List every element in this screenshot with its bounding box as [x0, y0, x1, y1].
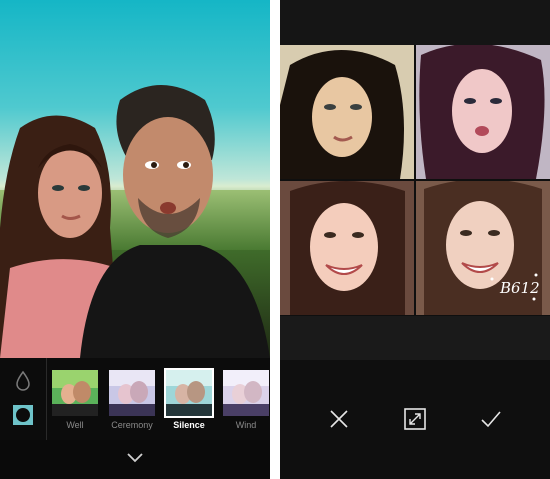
filter-list: Well Ceremony Silence Wind: [52, 368, 270, 436]
close-icon[interactable]: [328, 408, 350, 430]
sticker-text: B612: [499, 279, 540, 297]
top-bar: [280, 0, 550, 45]
collage-cell[interactable]: [280, 45, 414, 179]
chevron-down-icon[interactable]: [126, 452, 144, 464]
filter-bar: Well Ceremony Silence Wind: [0, 358, 270, 440]
filter-item-silence[interactable]: Silence: [164, 368, 214, 430]
collage-cell[interactable]: B612: [416, 181, 550, 315]
filter-screen: Well Ceremony Silence Wind: [0, 0, 270, 479]
collage-grid: B612: [280, 45, 550, 315]
divider: [270, 0, 280, 479]
filter-label: Wind: [235, 420, 257, 430]
filter-thumbnail[interactable]: [223, 370, 269, 416]
filter-label: Silence: [173, 420, 205, 430]
collage-screen: B612: [280, 0, 550, 479]
collage-cell[interactable]: [416, 45, 550, 179]
filter-item-ceremony[interactable]: Ceremony: [109, 370, 155, 430]
filter-thumbnail[interactable]: [164, 368, 214, 418]
filter-item-well[interactable]: Well: [52, 370, 98, 430]
filter-thumbnail[interactable]: [109, 370, 155, 416]
collapse-area: [0, 440, 270, 479]
filter-item-wind[interactable]: Wind: [223, 370, 269, 430]
expand-icon[interactable]: [404, 408, 426, 430]
man-figure: [80, 85, 270, 358]
frame-shape-icon[interactable]: [12, 404, 34, 426]
filter-label: Well: [66, 420, 84, 430]
ghost-strip: [280, 316, 550, 360]
filter-thumbnail[interactable]: [52, 370, 98, 416]
checkmark-icon[interactable]: [480, 408, 502, 430]
drop-icon[interactable]: [14, 370, 32, 392]
selfie-photo: [0, 0, 270, 358]
filter-label: Ceremony: [111, 420, 153, 430]
collage-cell[interactable]: [280, 181, 414, 315]
action-bar: [280, 360, 550, 479]
tool-column: [0, 358, 47, 440]
